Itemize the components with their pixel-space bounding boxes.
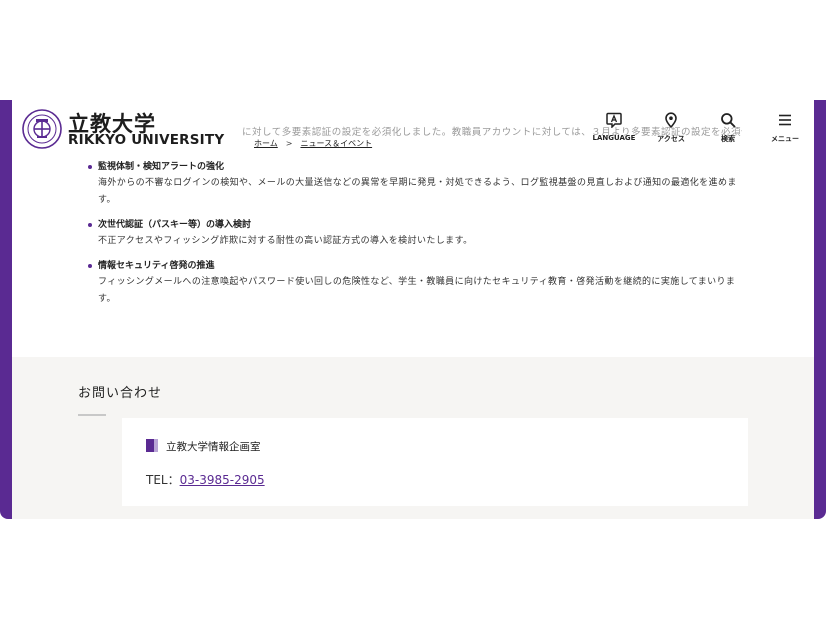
list-item-heading: 情報セキュリティ啓発の推進	[98, 261, 215, 271]
menu-icon	[779, 114, 791, 126]
tel-label: TEL：	[146, 473, 180, 487]
nav-access-button[interactable]: アクセス	[646, 112, 696, 144]
nav-menu-label: メニュー	[771, 135, 799, 143]
nav-menu-button[interactable]: メニュー	[760, 112, 810, 144]
nav-language-button[interactable]: LANGUAGE	[589, 112, 639, 142]
list-item-heading: 監視体制・検知アラートの強化	[98, 162, 225, 172]
measures-list: 監視体制・検知アラートの強化 海外からの不審なログインの検知や、メールの大量送信…	[88, 160, 748, 317]
list-item-body: 海外からの不審なログインの検知や、メールの大量送信などの異常を早期に発見・対処で…	[98, 178, 737, 205]
nav-language-label: LANGUAGE	[592, 134, 636, 142]
breadcrumb-separator: >	[285, 139, 293, 148]
list-item-body: 不正アクセスやフィッシング詐欺に対する耐性の高い認証方式の導入を検討いたします。	[98, 236, 473, 246]
list-item: 監視体制・検知アラートの強化 海外からの不審なログインの検知や、メールの大量送信…	[88, 160, 748, 209]
nav-access-label: アクセス	[657, 135, 685, 143]
list-item: 次世代認証（パスキー等）の導入検討 不正アクセスやフィッシング詐欺に対する耐性の…	[88, 218, 748, 250]
nav-search-button[interactable]: 検索	[703, 112, 753, 144]
rikkyo-seal-logo[interactable]	[22, 109, 62, 149]
title-underline	[78, 414, 106, 416]
breadcrumb: ホーム > ニュース＆イベント	[254, 138, 372, 149]
contact-title: お問い合わせ	[78, 386, 163, 401]
list-item-body: フィッシングメールへの注意喚起やパスワード使い回しの危険性など、学生・教職員に向…	[98, 277, 736, 304]
list-item: 情報セキュリティ啓発の推進 フィッシングメールへの注意喚起やパスワード使い回しの…	[88, 259, 748, 308]
language-icon	[606, 112, 622, 128]
search-icon	[721, 113, 736, 128]
breadcrumb-news-events[interactable]: ニュース＆イベント	[300, 138, 372, 149]
office-marker-icon	[146, 439, 158, 452]
nav-search-label: 検索	[721, 135, 735, 143]
list-item-heading: 次世代認証（パスキー等）の導入検討	[98, 220, 252, 230]
map-pin-icon	[665, 112, 677, 128]
tel-link[interactable]: 03-3985-2905	[180, 473, 265, 487]
logo-english-name[interactable]: RIKKYO UNIVERSITY	[68, 132, 224, 148]
contact-card	[122, 418, 748, 506]
office-name: 立教大学情報企画室	[166, 441, 261, 453]
breadcrumb-home[interactable]: ホーム	[254, 138, 278, 149]
contact-tel: TEL：03-3985-2905	[146, 471, 265, 488]
